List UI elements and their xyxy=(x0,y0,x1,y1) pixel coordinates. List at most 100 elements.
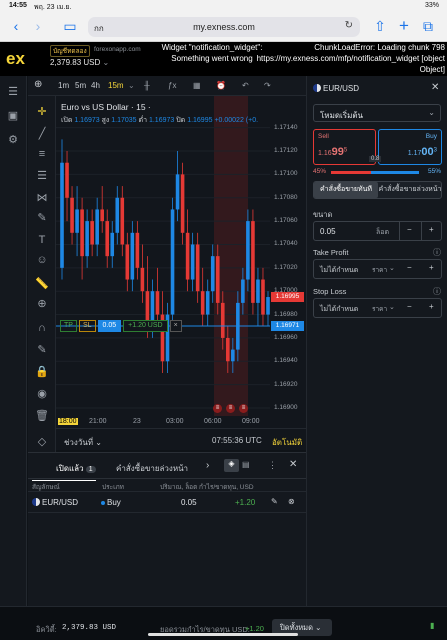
take-profit-unit[interactable]: ราคา xyxy=(372,265,387,275)
new-tab-icon[interactable]: + xyxy=(396,17,412,34)
chevron-down-icon[interactable]: ⌄ xyxy=(389,264,395,272)
candle xyxy=(175,151,180,222)
tab-pending-order[interactable]: คำสั่งซื้อขายล่วงหน้า xyxy=(378,182,442,198)
date-range-button[interactable]: ช่วงวันที่ ⌄ xyxy=(64,436,102,449)
list-icon[interactable]: ▤ xyxy=(242,460,250,469)
decrease-sl-button[interactable]: − xyxy=(407,302,412,311)
info-icon[interactable]: ⓘ xyxy=(433,247,441,258)
zoom-icon[interactable]: ⊕ xyxy=(34,296,50,312)
event-marker[interactable]: ≡ xyxy=(239,404,248,413)
close-position-icon[interactable]: ⊗ xyxy=(288,497,295,506)
undo-icon[interactable]: ↶ xyxy=(242,81,249,90)
menu-icon[interactable]: ☰ xyxy=(5,84,21,100)
share-icon[interactable]: ⇧ xyxy=(372,18,388,34)
indicators-icon[interactable]: ƒx xyxy=(168,81,176,90)
close-icon[interactable]: ✕ xyxy=(289,459,297,470)
lock-drawing-icon[interactable]: ✎ xyxy=(34,342,50,358)
account-balance[interactable]: 2,379.83 USD ⌄ xyxy=(50,58,109,67)
event-marker[interactable]: ≡ xyxy=(213,404,222,413)
fibonacci-icon[interactable]: ☰ xyxy=(34,168,50,184)
status-bar: 14:55 พฤ. 23 เม.ย. 33% xyxy=(0,0,447,12)
lock-icon[interactable]: 🔒 xyxy=(34,364,50,380)
take-profit-input[interactable]: ไม่ได้กำหนด ราคา ⌄ − + xyxy=(313,259,442,279)
chevron-down-icon[interactable]: ⌄ xyxy=(128,81,135,90)
info-icon[interactable]: ⓘ xyxy=(433,286,441,297)
mode-select[interactable]: โหมดเริ่มต้น ⌄ xyxy=(313,104,441,122)
volume-input[interactable]: 0.05 ล็อต − + xyxy=(313,221,442,241)
address-bar[interactable]: กก my.exness.com ↻ xyxy=(88,17,360,37)
redo-icon[interactable]: ↷ xyxy=(264,81,271,90)
timeframe-1m[interactable]: 1m xyxy=(58,81,69,90)
browser-toolbar: ‹ › ▭ กก my.exness.com ↻ ⇧ + ⧉ xyxy=(0,12,447,42)
layout-icon[interactable]: ▦ xyxy=(193,81,201,90)
price-axis[interactable]: 1.17140 1.17120 1.17100 1.17080 1.17060 1.170… xyxy=(270,96,306,416)
exness-logo[interactable]: ex xyxy=(6,50,32,68)
chevron-down-icon: ⌄ xyxy=(428,108,435,117)
candle xyxy=(130,221,135,292)
settings-icon[interactable]: ⚙ xyxy=(5,132,21,148)
utc-clock[interactable]: 07:55:36 UTC xyxy=(212,436,262,445)
event-marker[interactable]: ≡ xyxy=(226,404,235,413)
text-icon[interactable]: T xyxy=(34,232,50,248)
view-toggle-icon[interactable]: ◈ xyxy=(224,459,239,472)
position-label[interactable]: TP SL 0.05 +1.20 USD × xyxy=(60,320,182,332)
candle xyxy=(246,209,250,292)
timeframe-5m[interactable]: 5m xyxy=(75,81,86,90)
forward-icon[interactable]: › xyxy=(30,18,46,34)
emoji-icon[interactable]: ☺ xyxy=(34,252,50,268)
column-header: ประเภท xyxy=(102,484,124,491)
increase-tp-button[interactable]: + xyxy=(429,263,434,272)
crosshair-icon[interactable]: ✛ xyxy=(34,104,50,120)
eur-usd-flag-icon xyxy=(313,84,321,92)
increase-volume-button[interactable]: + xyxy=(429,225,434,234)
timeframe-15m[interactable]: 15m xyxy=(108,81,124,90)
table-row[interactable]: EUR/USD Buy 0.05 +1.20 ✎ ⊗ xyxy=(28,493,306,513)
auto-scale-button[interactable]: อัตโนมัติ xyxy=(272,436,302,449)
candles-icon[interactable]: ╫ xyxy=(144,81,150,90)
candle xyxy=(261,267,265,327)
parallel-lines-icon[interactable]: ≡ xyxy=(34,146,50,162)
back-icon[interactable]: ‹ xyxy=(8,18,24,34)
chevron-right-icon[interactable]: › xyxy=(206,460,209,471)
briefcase-icon[interactable]: ▣ xyxy=(5,108,21,124)
stop-loss-input[interactable]: ไม่ได้กำหนด ราคา ⌄ − + xyxy=(313,298,442,318)
account-type-badge[interactable]: บัญชีทดลอง xyxy=(50,45,90,57)
tabs-icon[interactable]: ⧉ xyxy=(420,18,436,34)
ruler-icon[interactable]: 📏 xyxy=(34,276,50,292)
sell-button[interactable]: Sell 1.16995 xyxy=(313,129,376,165)
trash-icon[interactable]: 🗑 xyxy=(34,408,50,424)
edit-icon[interactable]: ✎ xyxy=(271,497,278,506)
time-axis[interactable]: 18:00 21:00 23 03:00 06:00 09:00 xyxy=(56,416,306,428)
increase-sl-button[interactable]: + xyxy=(429,302,434,311)
price-chart[interactable]: Euro vs US Dollar · 15 · เปิด 1.16973 สู… xyxy=(56,96,306,416)
trendline-icon[interactable]: ╱ xyxy=(34,126,50,142)
close-icon[interactable]: ✕ xyxy=(431,82,439,93)
eye-icon[interactable]: ◉ xyxy=(34,386,50,402)
tab-open-positions[interactable]: เปิดแล้ว 1 xyxy=(32,462,96,481)
magnet-icon[interactable]: ∩ xyxy=(34,320,50,336)
price-tick-label: 1.17100 xyxy=(274,170,298,178)
alert-icon[interactable]: ⏰ xyxy=(216,81,226,90)
book-icon[interactable]: ▭ xyxy=(62,18,78,34)
tp-button[interactable]: TP xyxy=(60,320,77,332)
chevron-down-icon[interactable]: ⌄ xyxy=(389,303,395,311)
more-icon[interactable]: ⋮ xyxy=(268,460,277,471)
candle xyxy=(140,244,145,303)
sl-button[interactable]: SL xyxy=(78,320,96,332)
buy-button[interactable]: Buy 1.17003 xyxy=(378,129,442,165)
reload-icon[interactable]: ↻ xyxy=(345,20,353,31)
decrease-volume-button[interactable]: − xyxy=(407,225,412,234)
add-icon[interactable]: ⊕ xyxy=(34,79,42,90)
pattern-icon[interactable]: ⋈ xyxy=(34,190,50,206)
candlestick-chart[interactable] xyxy=(56,96,306,416)
stop-loss-unit[interactable]: ราคา xyxy=(372,304,387,314)
brush-icon[interactable]: ✎ xyxy=(34,210,50,226)
tab-pending-orders[interactable]: คำสั่งซื้อขายล่วงหน้า xyxy=(116,462,188,475)
tab-market-order[interactable]: คำสั่งซื้อขายทันที xyxy=(314,182,378,198)
close-position-icon[interactable]: × xyxy=(169,320,182,332)
hide-panel-icon[interactable]: ◇ xyxy=(34,434,50,450)
close-value: 1.16995 xyxy=(187,117,213,124)
price-tick-label: 1.16980 xyxy=(274,310,298,318)
timeframe-4h[interactable]: 4h xyxy=(91,81,100,90)
decrease-tp-button[interactable]: − xyxy=(407,263,412,272)
